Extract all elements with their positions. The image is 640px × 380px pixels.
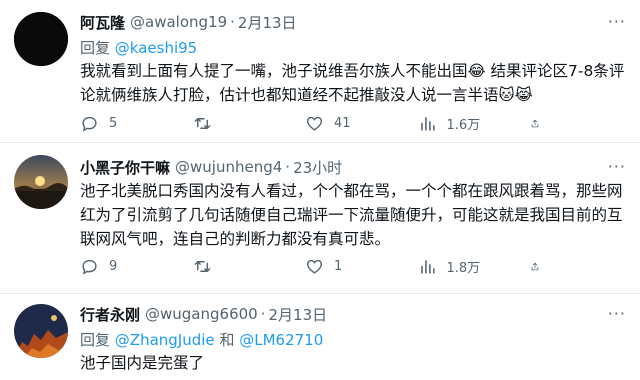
more-icon[interactable]: ··· bbox=[608, 157, 626, 176]
tweet[interactable]: 阿瓦隆 @awalong19 · 2月13日 ··· 回复 @kaeshi95 … bbox=[0, 0, 640, 143]
reply-to-line: 回复 @kaeshi95 bbox=[80, 37, 626, 57]
reply-button[interactable]: 5 bbox=[80, 114, 190, 133]
share-button[interactable] bbox=[530, 257, 550, 276]
avatar[interactable] bbox=[14, 12, 68, 66]
share-icon bbox=[531, 262, 539, 271]
retweet-button[interactable] bbox=[193, 257, 303, 276]
action-bar: 5 41 1.6万 bbox=[80, 114, 550, 133]
separator-dot: · bbox=[285, 158, 291, 176]
reply-to-line: 回复 @ZhangJudie 和 @LM62710 bbox=[80, 329, 626, 349]
tweet-header: 行者永刚 @wugang6600 · 2月13日 ··· bbox=[80, 304, 626, 324]
retweet-icon bbox=[194, 261, 210, 272]
views-button[interactable]: 1.6万 bbox=[418, 114, 528, 133]
tweet-text: 池子国内是完蛋了 bbox=[80, 354, 205, 372]
views-icon bbox=[420, 260, 435, 274]
tweet[interactable]: 小黑子你干嘛 @wujunheng4 · 23小时 ··· 池子北美脱口秀国内没… bbox=[0, 143, 640, 294]
tweet[interactable]: 行者永刚 @wugang6600 · 2月13日 ··· 回复 @ZhangJu… bbox=[0, 294, 640, 380]
mention-link[interactable]: @kaeshi95 bbox=[115, 39, 197, 57]
more-icon[interactable]: ··· bbox=[608, 12, 626, 31]
avatar[interactable] bbox=[14, 304, 68, 358]
display-name[interactable]: 行者永刚 bbox=[80, 304, 140, 325]
share-button[interactable] bbox=[530, 114, 550, 133]
reply-prefix: 回复 bbox=[80, 331, 111, 349]
timestamp[interactable]: 2月13日 bbox=[238, 12, 297, 33]
reply-icon bbox=[82, 116, 97, 132]
reply-icon bbox=[82, 259, 97, 275]
separator-dot: · bbox=[260, 305, 266, 323]
view-count: 1.8万 bbox=[446, 261, 481, 276]
reply-button[interactable]: 9 bbox=[80, 257, 190, 276]
timestamp[interactable]: 2月13日 bbox=[269, 304, 328, 325]
action-bar: 9 1 1.8万 bbox=[80, 257, 550, 276]
view-count: 1.6万 bbox=[446, 118, 481, 133]
retweet-button[interactable] bbox=[193, 114, 303, 133]
display-name[interactable]: 阿瓦隆 bbox=[80, 12, 125, 33]
tweet-text: 池子北美脱口秀国内没有人看过，个个都在骂，一个个都在跟风跟着骂，那些网红为了引流… bbox=[80, 182, 623, 248]
like-button[interactable]: 41 bbox=[305, 114, 415, 133]
user-handle[interactable]: @wujunheng4 bbox=[175, 158, 282, 176]
user-handle[interactable]: @awalong19 bbox=[130, 13, 227, 31]
tweet-header: 阿瓦隆 @awalong19 · 2月13日 ··· bbox=[80, 12, 626, 32]
mention-joiner: 和 bbox=[219, 331, 235, 349]
like-icon bbox=[306, 116, 323, 131]
share-icon bbox=[531, 119, 539, 128]
timestamp[interactable]: 23小时 bbox=[293, 157, 342, 178]
mention-link[interactable]: @LM62710 bbox=[239, 331, 323, 349]
more-icon[interactable]: ··· bbox=[608, 304, 626, 323]
views-button[interactable]: 1.8万 bbox=[418, 257, 528, 276]
avatar[interactable] bbox=[14, 155, 68, 209]
tweet-text: 我就看到上面有人提了一嘴，池子说维吾尔族人不能出国😂 结果评论区7-8条评论就俩… bbox=[80, 62, 625, 104]
like-icon bbox=[306, 259, 323, 274]
retweet-icon bbox=[194, 118, 210, 129]
display-name[interactable]: 小黑子你干嘛 bbox=[80, 157, 170, 178]
views-icon bbox=[420, 117, 435, 131]
like-button[interactable]: 1 bbox=[305, 257, 415, 276]
like-count: 1 bbox=[334, 259, 343, 274]
like-count: 41 bbox=[334, 116, 351, 131]
mention-link[interactable]: @ZhangJudie bbox=[115, 331, 215, 349]
reply-prefix: 回复 bbox=[80, 39, 111, 57]
user-handle[interactable]: @wugang6600 bbox=[145, 305, 258, 323]
reply-count: 5 bbox=[109, 116, 118, 131]
separator-dot: · bbox=[230, 13, 235, 31]
tweet-header: 小黑子你干嘛 @wujunheng4 · 23小时 ··· bbox=[80, 157, 626, 177]
reply-count: 9 bbox=[109, 259, 118, 274]
